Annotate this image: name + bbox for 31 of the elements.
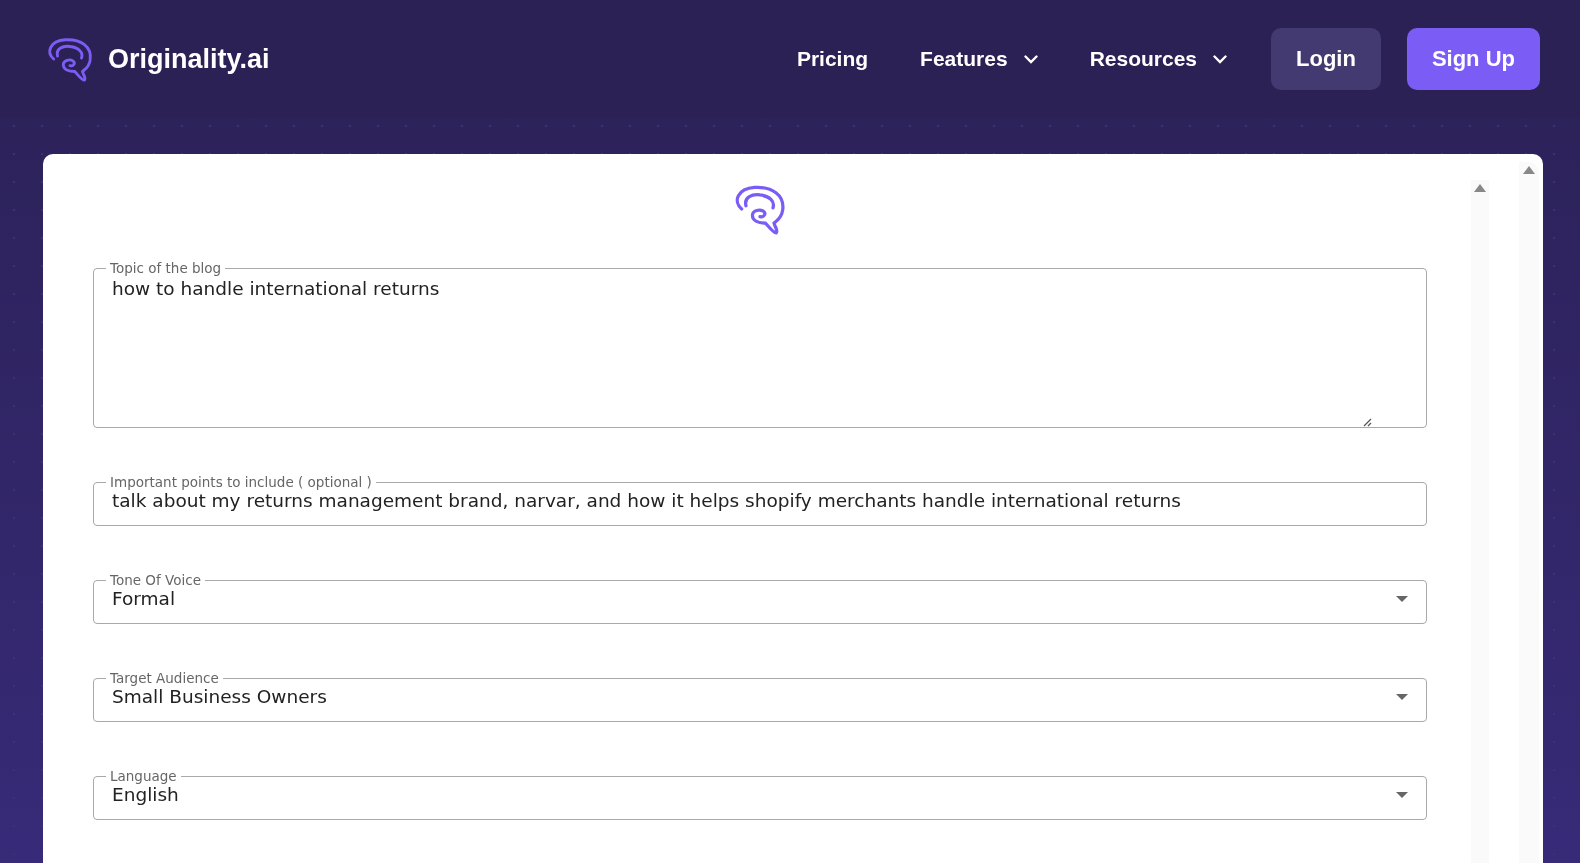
resize-handle-icon[interactable] bbox=[1362, 417, 1372, 427]
field-label: Target Audience bbox=[109, 670, 220, 686]
field-label: Important points to include ( optional ) bbox=[109, 474, 373, 490]
text-area[interactable]: Topic of the blog how to handle international returns bbox=[93, 260, 1427, 428]
dropdown[interactable]: Language English bbox=[93, 768, 1427, 820]
field-value: Formal bbox=[112, 588, 177, 609]
dropdown-arrow-icon[interactable] bbox=[1396, 693, 1408, 700]
scrollbar[interactable] bbox=[1471, 180, 1489, 863]
field-value: talk about my returns management brand, narvar, and how it helps shopify merchants handle international returns bbox=[112, 490, 1182, 511]
input-field[interactable]: Important points to include ( optional ) talk about my returns management brand, narvar, and how it helps shopify merchants handle international returns bbox=[93, 474, 1427, 526]
nav-link[interactable]: Features bbox=[920, 47, 1038, 71]
scroll-up-arrow-icon[interactable] bbox=[1523, 166, 1535, 174]
nav-link[interactable]: Pricing bbox=[796, 47, 869, 71]
field-label: Language bbox=[109, 768, 178, 784]
field-label: Topic of the blog bbox=[109, 260, 223, 276]
field-value: Small Business Owners bbox=[112, 686, 328, 707]
dropdown-arrow-icon[interactable] bbox=[1396, 791, 1408, 798]
login-button[interactable]: Login bbox=[1271, 28, 1381, 90]
nav-link[interactable]: Resources bbox=[1089, 47, 1227, 71]
scroll-up-arrow-icon[interactable] bbox=[1474, 184, 1486, 192]
field-label: Tone Of Voice bbox=[109, 572, 202, 588]
dropdown[interactable]: Tone Of Voice Formal bbox=[93, 572, 1427, 624]
field-value: how to handle international returns bbox=[112, 278, 441, 299]
dropdown[interactable]: Target Audience Small Business Owners bbox=[93, 670, 1427, 722]
sign-up-button[interactable]: Sign Up bbox=[1406, 28, 1540, 90]
dropdown-arrow-icon[interactable] bbox=[1396, 595, 1408, 602]
scrollbar[interactable] bbox=[1519, 162, 1539, 863]
chevron-down-icon bbox=[1023, 54, 1038, 64]
chevron-down-icon bbox=[1213, 54, 1227, 64]
logo-text: Originality.ai bbox=[108, 43, 270, 75]
field-value: English bbox=[112, 784, 180, 805]
